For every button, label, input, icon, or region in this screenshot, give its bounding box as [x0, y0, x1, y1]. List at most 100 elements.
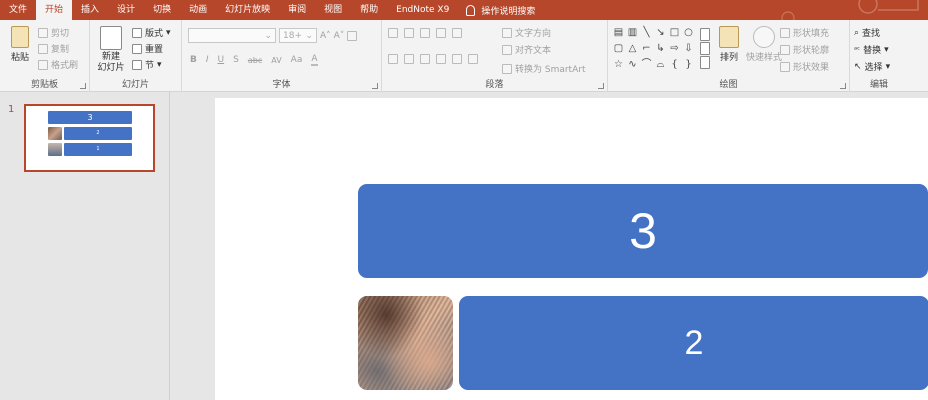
text-direction-button[interactable]: 文字方向 — [502, 26, 551, 39]
left-brace-shape-icon[interactable]: { — [668, 58, 681, 73]
bullets-icon[interactable] — [388, 28, 398, 38]
slide-thumbnail-1[interactable]: 3 2 1 — [24, 104, 155, 172]
oval-shape-icon[interactable]: ○ — [682, 26, 695, 41]
distributed-icon[interactable] — [452, 54, 462, 64]
slide-canvas[interactable]: 3 2 — [215, 98, 928, 400]
shape-box-2[interactable]: 2 — [459, 296, 928, 390]
shape-effects-button[interactable]: 形状效果 — [780, 60, 829, 73]
tab-transitions[interactable]: 切换 — [144, 0, 180, 20]
elbow-connector-shape-icon[interactable]: ⌐ — [640, 42, 653, 57]
quick-styles-button[interactable]: 快速样式 — [744, 26, 784, 63]
clipboard-launcher-icon[interactable] — [80, 83, 86, 89]
drawing-group: ▤ ▥ ╲ ↘ □ ○ ▢ △ ⌐ ↳ ⇨ ⇩ ☆ ∿ ⌒ ⌓ { } 排列 快… — [608, 20, 850, 92]
gallery-more-icon[interactable] — [700, 56, 710, 69]
photo-image[interactable] — [358, 296, 453, 390]
tab-animations[interactable]: 动画 — [180, 0, 216, 20]
tab-home[interactable]: 开始 — [36, 0, 73, 20]
increase-font-button[interactable]: A˄ — [320, 31, 331, 41]
cut-button[interactable]: 剪切 — [38, 26, 78, 39]
thumbnail-box-1: 1 — [64, 143, 132, 156]
layout-button[interactable]: 版式 ▾ — [132, 26, 171, 39]
clear-formatting-icon[interactable] — [347, 30, 358, 41]
rectangle-shape-icon[interactable]: □ — [668, 26, 681, 41]
arrow-line-shape-icon[interactable]: ↘ — [654, 26, 667, 41]
reset-label: 重置 — [145, 45, 164, 55]
align-right-icon[interactable] — [420, 54, 430, 64]
replace-label: 替换 — [863, 46, 882, 56]
tab-file[interactable]: 文件 — [0, 0, 36, 20]
decrease-indent-icon[interactable] — [420, 28, 430, 38]
increase-indent-icon[interactable] — [436, 28, 446, 38]
tab-slideshow[interactable]: 幻灯片放映 — [216, 0, 279, 20]
quick-styles-icon — [753, 26, 775, 48]
tab-design[interactable]: 设计 — [108, 0, 144, 20]
tab-endnote[interactable]: EndNote X9 — [387, 0, 458, 20]
drawing-launcher-icon[interactable] — [840, 83, 846, 89]
gallery-scroll-down-icon[interactable] — [700, 42, 710, 55]
italic-button[interactable]: I — [206, 55, 209, 65]
text-direction-icon — [502, 27, 512, 38]
bold-button[interactable]: B — [190, 55, 197, 65]
curve-shape-icon[interactable]: ∿ — [626, 58, 639, 73]
replace-button[interactable]: ᵃᶜ 替换 ▾ — [854, 43, 890, 57]
underline-button[interactable]: U — [218, 55, 225, 65]
smartart-label: 转换为 SmartArt — [515, 65, 586, 75]
align-center-icon[interactable] — [404, 54, 414, 64]
ribbon-tab-bar: 文件 开始 插入 设计 切换 动画 幻灯片放映 审阅 视图 帮助 EndNote… — [0, 0, 928, 20]
replace-icon: ᵃᶜ — [854, 45, 861, 54]
font-size-dropdown[interactable]: 18+ ⌄ — [279, 28, 317, 43]
tab-help[interactable]: 帮助 — [351, 0, 387, 20]
align-left-icon[interactable] — [388, 54, 398, 64]
decrease-font-button[interactable]: A˅ — [334, 31, 345, 41]
elbow-arrow-shape-icon[interactable]: ↳ — [654, 42, 667, 57]
tab-insert[interactable]: 插入 — [72, 0, 108, 20]
font-name-dropdown[interactable]: ⌄ — [188, 28, 276, 43]
vertical-textbox-shape-icon[interactable]: ▥ — [626, 26, 639, 41]
copy-button[interactable]: 复制 — [38, 42, 78, 55]
section-button[interactable]: 节 ▾ — [132, 58, 171, 71]
reset-button[interactable]: 重置 — [132, 42, 171, 55]
arc-shape-icon[interactable]: ⌒ — [640, 58, 653, 73]
gallery-scroll-up-icon[interactable] — [700, 28, 710, 41]
font-color-button[interactable]: A — [311, 54, 318, 66]
format-painter-button[interactable]: 格式刷 — [38, 58, 78, 71]
shape-fill-button[interactable]: 形状填充 — [780, 26, 829, 39]
right-brace-shape-icon[interactable]: } — [682, 58, 695, 73]
right-arrow-shape-icon[interactable]: ⇨ — [668, 42, 681, 57]
font-launcher-icon[interactable] — [372, 83, 378, 89]
freeform-shape-icon[interactable]: ⌓ — [654, 58, 667, 73]
layout-icon — [132, 27, 142, 38]
line-shape-icon[interactable]: ╲ — [640, 26, 653, 41]
new-slide-button[interactable]: 新建 幻灯片 — [94, 26, 128, 74]
paragraph-launcher-icon[interactable] — [598, 83, 604, 89]
section-icon — [132, 59, 142, 70]
rounded-rect-shape-icon[interactable]: ▢ — [612, 42, 625, 57]
tell-me-search[interactable]: 操作说明搜索 — [458, 4, 543, 17]
pencil-icon — [780, 44, 790, 55]
line-spacing-icon[interactable] — [452, 28, 462, 38]
shape-box-3[interactable]: 3 — [358, 184, 928, 278]
char-spacing-button[interactable]: AV — [271, 56, 281, 65]
triangle-shape-icon[interactable]: △ — [626, 42, 639, 57]
textbox-shape-icon[interactable]: ▤ — [612, 26, 625, 41]
shadow-button[interactable]: S — [233, 55, 239, 65]
convert-smartart-button[interactable]: 转换为 SmartArt — [502, 62, 585, 75]
columns-icon[interactable] — [468, 54, 478, 64]
numbering-icon[interactable] — [404, 28, 414, 38]
down-arrow-shape-icon[interactable]: ⇩ — [682, 42, 695, 57]
slide-thumbnail-pane: 1 3 2 1 — [0, 92, 170, 400]
paste-button[interactable]: 粘贴 — [6, 26, 34, 63]
tab-review[interactable]: 审阅 — [279, 0, 315, 20]
shape-outline-button[interactable]: 形状轮廓 — [780, 43, 829, 56]
select-button[interactable]: ↖ 选择 ▾ — [854, 60, 890, 74]
tell-me-label: 操作说明搜索 — [481, 6, 536, 17]
arrange-button[interactable]: 排列 — [716, 26, 742, 63]
change-case-button[interactable]: Aa — [291, 55, 303, 65]
align-text-button[interactable]: 对齐文本 — [502, 43, 551, 56]
find-button[interactable]: ⌕ 查找 — [854, 26, 890, 40]
tab-view[interactable]: 视图 — [315, 0, 351, 20]
strikethrough-button[interactable]: abc — [248, 56, 262, 65]
shapes-gallery[interactable]: ▤ ▥ ╲ ↘ □ ○ ▢ △ ⌐ ↳ ⇨ ⇩ ☆ ∿ ⌒ ⌓ { } — [612, 26, 696, 73]
justify-icon[interactable] — [436, 54, 446, 64]
star-shape-icon[interactable]: ☆ — [612, 58, 625, 73]
